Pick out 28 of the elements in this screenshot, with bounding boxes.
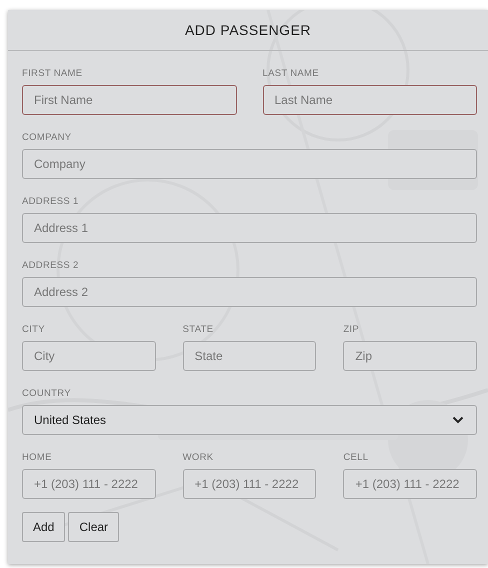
field-label: COMPANY <box>22 132 72 143</box>
field-label: HOME <box>22 452 52 463</box>
field-label: STATE <box>182 324 214 335</box>
input-field[interactable]: First Name <box>22 85 236 115</box>
input-field[interactable]: Address 1 <box>22 213 477 243</box>
country-dropdown[interactable]: United States <box>22 405 477 435</box>
field-label: LAST NAME <box>262 68 319 79</box>
input-field[interactable]: Company <box>22 149 477 179</box>
form-button[interactable]: Add <box>22 512 66 542</box>
input-field[interactable]: +1 (203) 111 - 2222 <box>343 469 477 499</box>
input-field[interactable]: Last Name <box>262 85 477 115</box>
chevron-down-icon <box>452 416 464 424</box>
field-label: ADDRESS 2 <box>22 260 79 271</box>
form-button[interactable]: Clear <box>68 512 120 542</box>
dialog-title: ADD PASSENGER <box>184 22 312 38</box>
field-label: ADDRESS 1 <box>22 196 79 207</box>
field-label: COUNTRY <box>22 388 71 399</box>
field-label: FIRST NAME <box>22 68 82 79</box>
input-field[interactable]: +1 (203) 111 - 2222 <box>22 469 156 499</box>
input-field[interactable]: City <box>22 341 156 371</box>
field-label: ZIP <box>343 324 360 335</box>
input-field[interactable]: +1 (203) 111 - 2222 <box>182 469 316 499</box>
input-field[interactable]: State <box>182 341 316 371</box>
input-field[interactable]: Address 2 <box>22 277 477 307</box>
field-label: WORK <box>182 452 214 463</box>
input-field[interactable]: Zip <box>343 341 477 371</box>
field-label: CELL <box>343 452 368 463</box>
field-label: CITY <box>22 324 45 335</box>
